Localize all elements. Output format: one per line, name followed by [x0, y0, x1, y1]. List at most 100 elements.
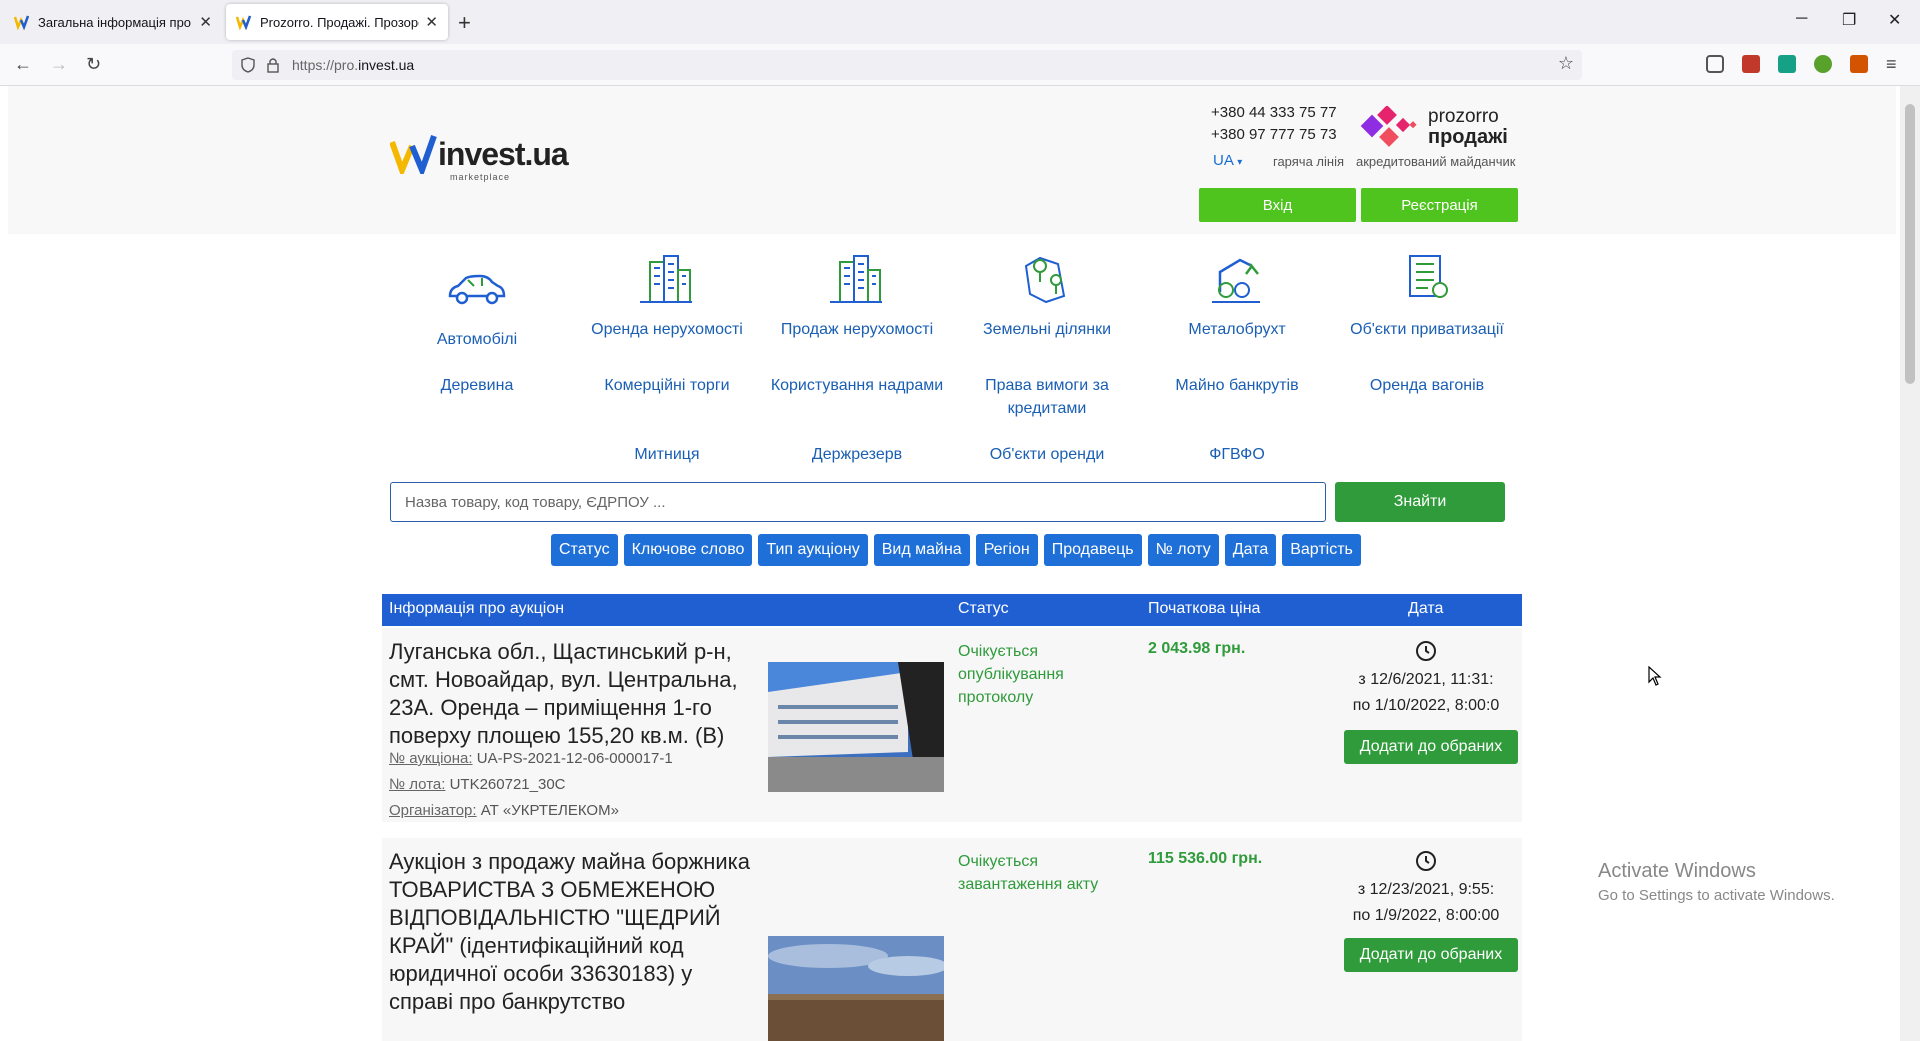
- category-rent-realty[interactable]: Оренда нерухомості: [572, 318, 762, 341]
- lot-title[interactable]: Аукціон з продажу майна боржника ТОВАРИС…: [389, 848, 759, 1016]
- filter-seller[interactable]: Продавець: [1043, 534, 1142, 566]
- category-sale-realty[interactable]: Продаж нерухомості: [762, 318, 952, 341]
- filter-auction-type[interactable]: Тип аукціону: [758, 534, 868, 566]
- filter-status[interactable]: Статус: [551, 534, 618, 566]
- minimize-icon[interactable]: ─: [1796, 10, 1807, 28]
- logo-subtitle: marketplace: [450, 172, 511, 182]
- category-bankrupt[interactable]: Майно банкрутів: [1142, 374, 1332, 397]
- category-land[interactable]: Земельні ділянки: [952, 318, 1142, 341]
- phone-2[interactable]: +380 97 777 75 73: [1211, 124, 1337, 146]
- filter-price[interactable]: Вартість: [1282, 534, 1361, 566]
- filter-region[interactable]: Регіон: [975, 534, 1038, 566]
- mouse-cursor-icon: [1648, 666, 1662, 686]
- lot-status: Очікується завантаження акту: [958, 853, 1099, 893]
- search-input[interactable]: Назва товару, код товару, ЄДРПОУ ...: [390, 482, 1326, 522]
- invest-logo[interactable]: invest.ua marketplace: [390, 134, 580, 190]
- header-price: Початкова ціна: [1148, 600, 1261, 617]
- category-rent-objects[interactable]: Об'єкти оренди: [952, 443, 1142, 466]
- browser-toolbar: ← → ↻ https://pro.invest.ua ☆ ≡: [0, 44, 1920, 86]
- pocket-icon[interactable]: [1706, 55, 1724, 73]
- lot-photo[interactable]: [768, 662, 944, 792]
- category-subsoil[interactable]: Користування надрами: [762, 374, 952, 397]
- category-privatization[interactable]: Об'єкти приватизації: [1332, 318, 1522, 341]
- tab-title: Prozorro. Продажі. Прозоро: [260, 14, 420, 30]
- lot-status: Очікується опублікування протоколу: [958, 643, 1064, 706]
- category-timber[interactable]: Деревина: [382, 374, 572, 397]
- restore-icon[interactable]: ❐: [1842, 10, 1856, 30]
- caret-down-icon: ▾: [1237, 157, 1243, 168]
- filter-date[interactable]: Дата: [1224, 534, 1277, 566]
- lock-icon[interactable]: [266, 57, 280, 73]
- add-to-favorites-button[interactable]: Додати до обраних: [1344, 730, 1518, 764]
- new-tab-button[interactable]: +: [458, 10, 471, 36]
- globe-extension-icon[interactable]: [1814, 55, 1832, 73]
- date-from: з 12/23/2021, 9:55:: [1357, 881, 1495, 898]
- login-button[interactable]: Вхід: [1199, 188, 1356, 222]
- header-auction-info: Інформація про аукціон: [389, 600, 565, 617]
- table-row[interactable]: Луганська обл., Щастинський р-н, смт. Но…: [382, 628, 1522, 822]
- extension-icon[interactable]: [1742, 55, 1760, 73]
- auction-number-value: UA-PS-2021-12-06-000017-1: [476, 750, 673, 767]
- browser-tab[interactable]: Загальна інформація про про ✕: [4, 4, 222, 40]
- site-header: invest.ua marketplace +380 44 333 75 77 …: [8, 86, 1896, 234]
- browser-tab-active[interactable]: Prozorro. Продажі. Прозоро ✕: [226, 4, 448, 40]
- bookmark-star-icon[interactable]: ☆: [1558, 53, 1574, 74]
- buildings-icon[interactable]: [826, 252, 886, 304]
- filter-property-type[interactable]: Вид майна: [873, 534, 970, 566]
- address-bar[interactable]: https://pro.invest.ua ☆: [232, 50, 1582, 80]
- category-credit-claims[interactable]: Права вимоги за кредитами: [952, 374, 1142, 420]
- url-text: https://pro.invest.ua: [292, 57, 414, 73]
- page-scrollbar[interactable]: [1900, 86, 1920, 1041]
- category-customs[interactable]: Митниця: [572, 443, 762, 466]
- header-status: Статус: [958, 600, 1009, 617]
- category-wagons[interactable]: Оренда вагонів: [1332, 374, 1522, 397]
- menu-icon[interactable]: ≡: [1886, 54, 1897, 75]
- filter-keyword[interactable]: Ключове слово: [623, 534, 753, 566]
- shield-icon[interactable]: [240, 57, 256, 73]
- lot-photo[interactable]: [768, 936, 944, 1041]
- close-tab-icon[interactable]: ✕: [199, 13, 212, 31]
- addon-icon[interactable]: [1850, 55, 1868, 73]
- car-icon[interactable]: [446, 262, 506, 314]
- prodazhi-text: продажі: [1428, 126, 1508, 148]
- lot-number: № лота: UTK260721_30C: [389, 776, 566, 793]
- table-row[interactable]: Аукціон з продажу майна боржника ТОВАРИС…: [382, 838, 1522, 1041]
- tab-title: Загальна інформація про про: [38, 14, 193, 30]
- prozorro-text: prozorro: [1428, 106, 1499, 127]
- category-state-reserve[interactable]: Держрезерв: [762, 443, 952, 466]
- document-icon[interactable]: [1396, 252, 1456, 304]
- buildings-icon[interactable]: [636, 252, 696, 304]
- auction-number: № аукціона: UA-PS-2021-12-06-000017-1: [389, 750, 673, 767]
- date-to: по 1/10/2022, 8:00:0: [1352, 697, 1500, 714]
- close-tab-icon[interactable]: ✕: [425, 13, 438, 31]
- reload-icon[interactable]: ↻: [86, 54, 101, 75]
- category-fgvfo[interactable]: ФГВФО: [1142, 443, 1332, 466]
- phone-1[interactable]: +380 44 333 75 77: [1211, 102, 1337, 124]
- forward-icon[interactable]: →: [50, 54, 68, 75]
- scrap-metal-icon[interactable]: [1206, 252, 1266, 304]
- register-button[interactable]: Реєстрація: [1361, 188, 1518, 222]
- windows-activation-watermark: Activate Windows Go to Settings to activ…: [1598, 860, 1835, 904]
- invest-favicon-icon: [236, 15, 252, 30]
- table-header: Інформація про аукціон Статус Початкова …: [382, 594, 1522, 626]
- filter-lot-number[interactable]: № лоту: [1147, 534, 1219, 566]
- save-extension-icon[interactable]: [1778, 55, 1796, 73]
- add-to-favorites-button[interactable]: Додати до обраних: [1344, 938, 1518, 972]
- close-window-icon[interactable]: ✕: [1888, 10, 1901, 30]
- date-to: по 1/9/2022, 8:00:00: [1352, 907, 1500, 924]
- clock-icon: [1416, 641, 1436, 661]
- invest-favicon-icon: [14, 15, 30, 30]
- category-cars[interactable]: Автомобілі: [382, 328, 572, 351]
- lot-number-value: UTK260721_30C: [449, 776, 566, 793]
- activate-title: Activate Windows: [1598, 860, 1756, 882]
- search-button[interactable]: Знайти: [1335, 482, 1505, 522]
- land-map-icon[interactable]: [1016, 252, 1076, 304]
- category-commercial[interactable]: Комерційні торги: [572, 374, 762, 397]
- prozorro-logo[interactable]: prozorro продажі: [1354, 104, 1524, 154]
- back-icon[interactable]: ←: [14, 54, 32, 75]
- lot-title[interactable]: Луганська обл., Щастинський р-н, смт. Но…: [389, 638, 759, 750]
- category-scrap-metal[interactable]: Металобрухт: [1142, 318, 1332, 341]
- scroll-thumb[interactable]: [1905, 104, 1915, 384]
- language-selector[interactable]: UA ▾: [1213, 152, 1242, 169]
- filter-bar: Статус Ключове слово Тип аукціону Вид ма…: [551, 534, 1361, 566]
